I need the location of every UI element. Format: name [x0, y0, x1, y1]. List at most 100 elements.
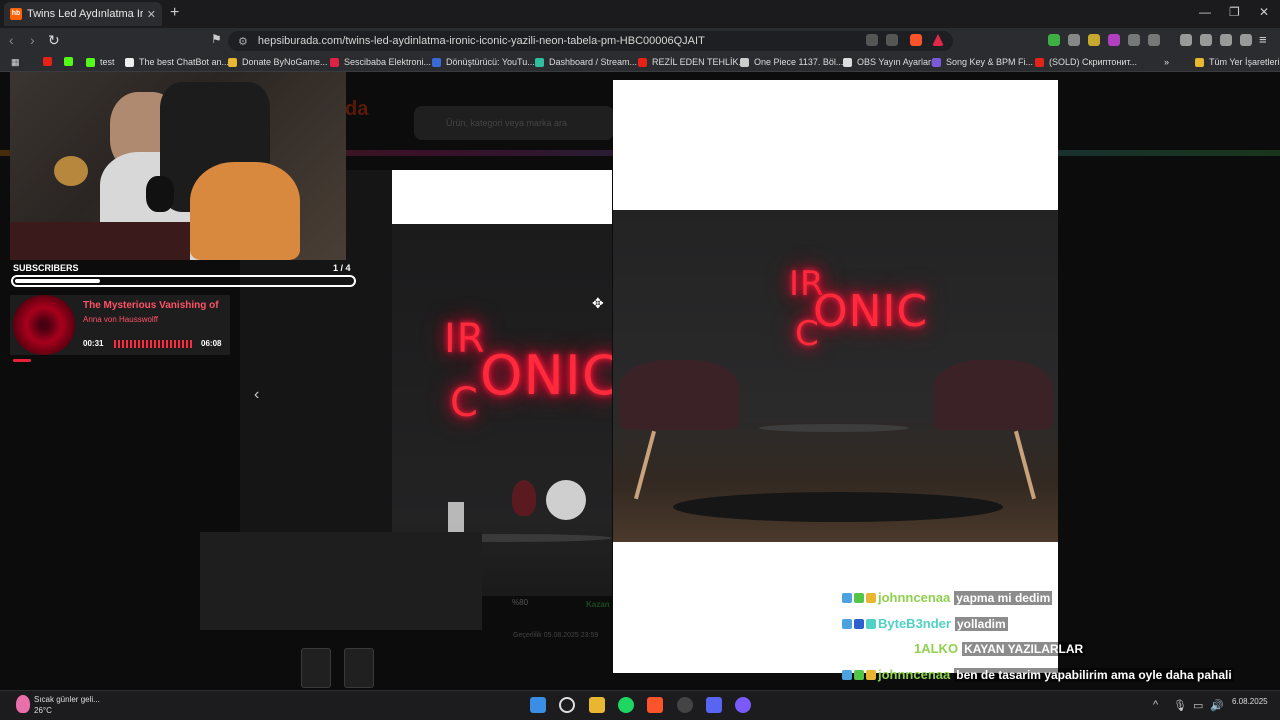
bookmark-songkey[interactable]: Song Key & BPM Fi...: [932, 57, 1033, 67]
translate-icon[interactable]: [866, 34, 878, 46]
close-window-icon[interactable]: ✕: [1259, 5, 1269, 19]
bookmark-donusturucu[interactable]: Dönüştürücü: YouTu...: [432, 57, 535, 67]
apps-grid-icon[interactable]: ▦: [11, 57, 20, 68]
address-toolbar: ‹ › ↻ ⚑ ⚙ hepsiburada.com/twins-led-aydi…: [0, 28, 1280, 54]
bookmark-skriptonit[interactable]: (SOLD) Скриптонит...: [1035, 57, 1137, 67]
extension-purple-icon[interactable]: [1108, 34, 1120, 46]
bookmark-bynogame[interactable]: Donate ByNoGame...: [228, 57, 328, 67]
media-icon[interactable]: [1148, 34, 1160, 46]
song-title: The Mysterious Vanishing of: [83, 300, 219, 311]
all-bookmarks-folder[interactable]: Tüm Yer İşaretleri: [1195, 57, 1280, 67]
now-playing-widget: The Mysterious Vanishing of Anna von Hau…: [10, 295, 230, 355]
chair-leg-left: [634, 430, 656, 500]
chat-message: johnncenaa ben de tasarim yapabilirim am…: [842, 667, 1234, 682]
bookmark-obs[interactable]: OBS Yayın Ayarları: [843, 57, 934, 67]
badge-icon: [866, 592, 876, 603]
new-tab-button[interactable]: +: [170, 4, 179, 22]
lightbox-image[interactable]: IR ONIC C: [613, 210, 1058, 542]
thumbnail-1[interactable]: [301, 648, 331, 688]
search-icon[interactable]: [559, 697, 575, 713]
reload-icon[interactable]: ↻: [48, 32, 60, 49]
url-text: hepsiburada.com/twins-led-aydinlatma-iro…: [257, 35, 705, 47]
forward-icon[interactable]: ›: [30, 32, 35, 48]
chat-text: yapma mi dedim: [954, 590, 1053, 605]
back-icon[interactable]: ‹: [9, 32, 14, 48]
bookmark-dashboard[interactable]: Dashboard / Stream...: [535, 57, 637, 67]
chat-username: johnncenaa: [878, 667, 951, 682]
network-icon[interactable]: ▭: [1193, 699, 1203, 712]
site-settings-icon[interactable]: ⚙: [238, 35, 248, 48]
sidebar-icon[interactable]: [1180, 34, 1192, 46]
time-total: 06:08: [201, 339, 222, 348]
minimize-icon[interactable]: —: [1199, 5, 1211, 19]
weather-icon[interactable]: [16, 695, 30, 713]
file-explorer-icon[interactable]: [589, 697, 605, 713]
discord-icon[interactable]: [706, 697, 722, 713]
plush-toy: [54, 156, 88, 186]
bookmarks-bar: ▦ test The best ChatBot an... Donate ByN…: [0, 54, 1280, 72]
bookmark-test[interactable]: test: [86, 57, 115, 67]
hepsiburada-logo[interactable]: da: [345, 98, 368, 121]
badge-icon: [854, 592, 864, 603]
discount-ghost: %80: [512, 598, 529, 607]
chair-left: [619, 360, 739, 430]
extension-pen-icon[interactable]: [1088, 34, 1100, 46]
glass-decor: [448, 502, 464, 532]
bookmark-youtube[interactable]: [43, 57, 57, 66]
image-lightbox: IR ONIC C: [613, 80, 1058, 673]
volume-icon[interactable]: 🔊: [1210, 699, 1224, 712]
chat-text: ben de tasarim yapabilirim ama oyle daha…: [954, 667, 1234, 682]
spotify-icon[interactable]: [618, 697, 634, 713]
vase-decor-2: [546, 480, 586, 520]
chat-message: 1ALKO KAYAN YAZILARLAR: [914, 641, 1086, 656]
restore-icon[interactable]: ❐: [1229, 5, 1240, 19]
bookmark-icon[interactable]: ⚑: [211, 32, 222, 46]
extension-icon[interactable]: [1068, 34, 1080, 46]
move-cursor-icon: ✥: [592, 295, 604, 311]
bookmark-kick[interactable]: [64, 57, 78, 66]
app-icon[interactable]: [735, 697, 751, 713]
microphone-tray-icon[interactable]: 🎙: [1173, 699, 1187, 712]
price-card-ghost: [200, 532, 482, 630]
tray-expand-icon[interactable]: ^: [1153, 699, 1158, 711]
bookmark-onepiece[interactable]: One Piece 1137. Böl...: [740, 57, 843, 67]
lightbox-neon-onic: ONIC: [813, 286, 929, 337]
extensions-puzzle-icon[interactable]: [1128, 34, 1140, 46]
start-icon[interactable]: [530, 697, 546, 713]
installment-ghost: Kazan: [586, 600, 610, 609]
song-progress-bar: [13, 359, 31, 362]
gallery-white-area: [392, 170, 612, 224]
menu-icon[interactable]: ≡: [1259, 32, 1267, 47]
weather-text[interactable]: Sıcak günler geli...: [34, 695, 100, 704]
badge-icon: [866, 669, 876, 680]
cat: [190, 162, 300, 260]
temperature: 26°C: [34, 706, 52, 715]
bookmark-sescibaba[interactable]: Sescibaba Elektroni...: [330, 57, 431, 67]
close-tab-icon[interactable]: ✕: [147, 8, 156, 21]
share-icon[interactable]: [886, 34, 898, 46]
more-bookmarks-icon[interactable]: »: [1164, 57, 1169, 67]
tab-title: Twins Led Aydınlatma Ironic Icon: [27, 8, 143, 20]
bookmark-chatbot[interactable]: The best ChatBot an...: [125, 57, 229, 67]
tab-hepsiburada[interactable]: hb Twins Led Aydınlatma Ironic Icon ✕: [4, 2, 162, 26]
subscribers-progress-fill: [15, 279, 101, 283]
chat-text: yolladim: [954, 616, 1008, 631]
obs-icon[interactable]: [677, 697, 693, 713]
hepsiburada-favicon-icon: hb: [10, 8, 22, 20]
wallet-icon[interactable]: [1200, 34, 1212, 46]
badge-icon: [842, 592, 852, 603]
badge-icon: [854, 618, 864, 629]
extension-shield-icon[interactable]: [1048, 34, 1060, 46]
lightbox-neon-c: C: [795, 314, 820, 354]
brave-shields-icon[interactable]: [910, 34, 922, 46]
clock[interactable]: 6.08.2025: [1232, 697, 1268, 706]
url-field[interactable]: ⚙ hepsiburada.com/twins-led-aydinlatma-i…: [228, 31, 953, 51]
vpn-icon[interactable]: [1240, 34, 1252, 46]
site-search-input[interactable]: Ürün, kategori veya marka ara: [414, 106, 614, 140]
tab-bar: hb Twins Led Aydınlatma Ironic Icon ✕ + …: [0, 0, 1280, 28]
thumbnail-2[interactable]: [344, 648, 374, 688]
brave-icon[interactable]: [647, 697, 663, 713]
gallery-prev-icon[interactable]: ‹: [254, 386, 259, 404]
bookmark-rezil[interactable]: REZİL EDEN TEHLİK...: [638, 57, 746, 67]
leo-ai-icon[interactable]: [1220, 34, 1232, 46]
